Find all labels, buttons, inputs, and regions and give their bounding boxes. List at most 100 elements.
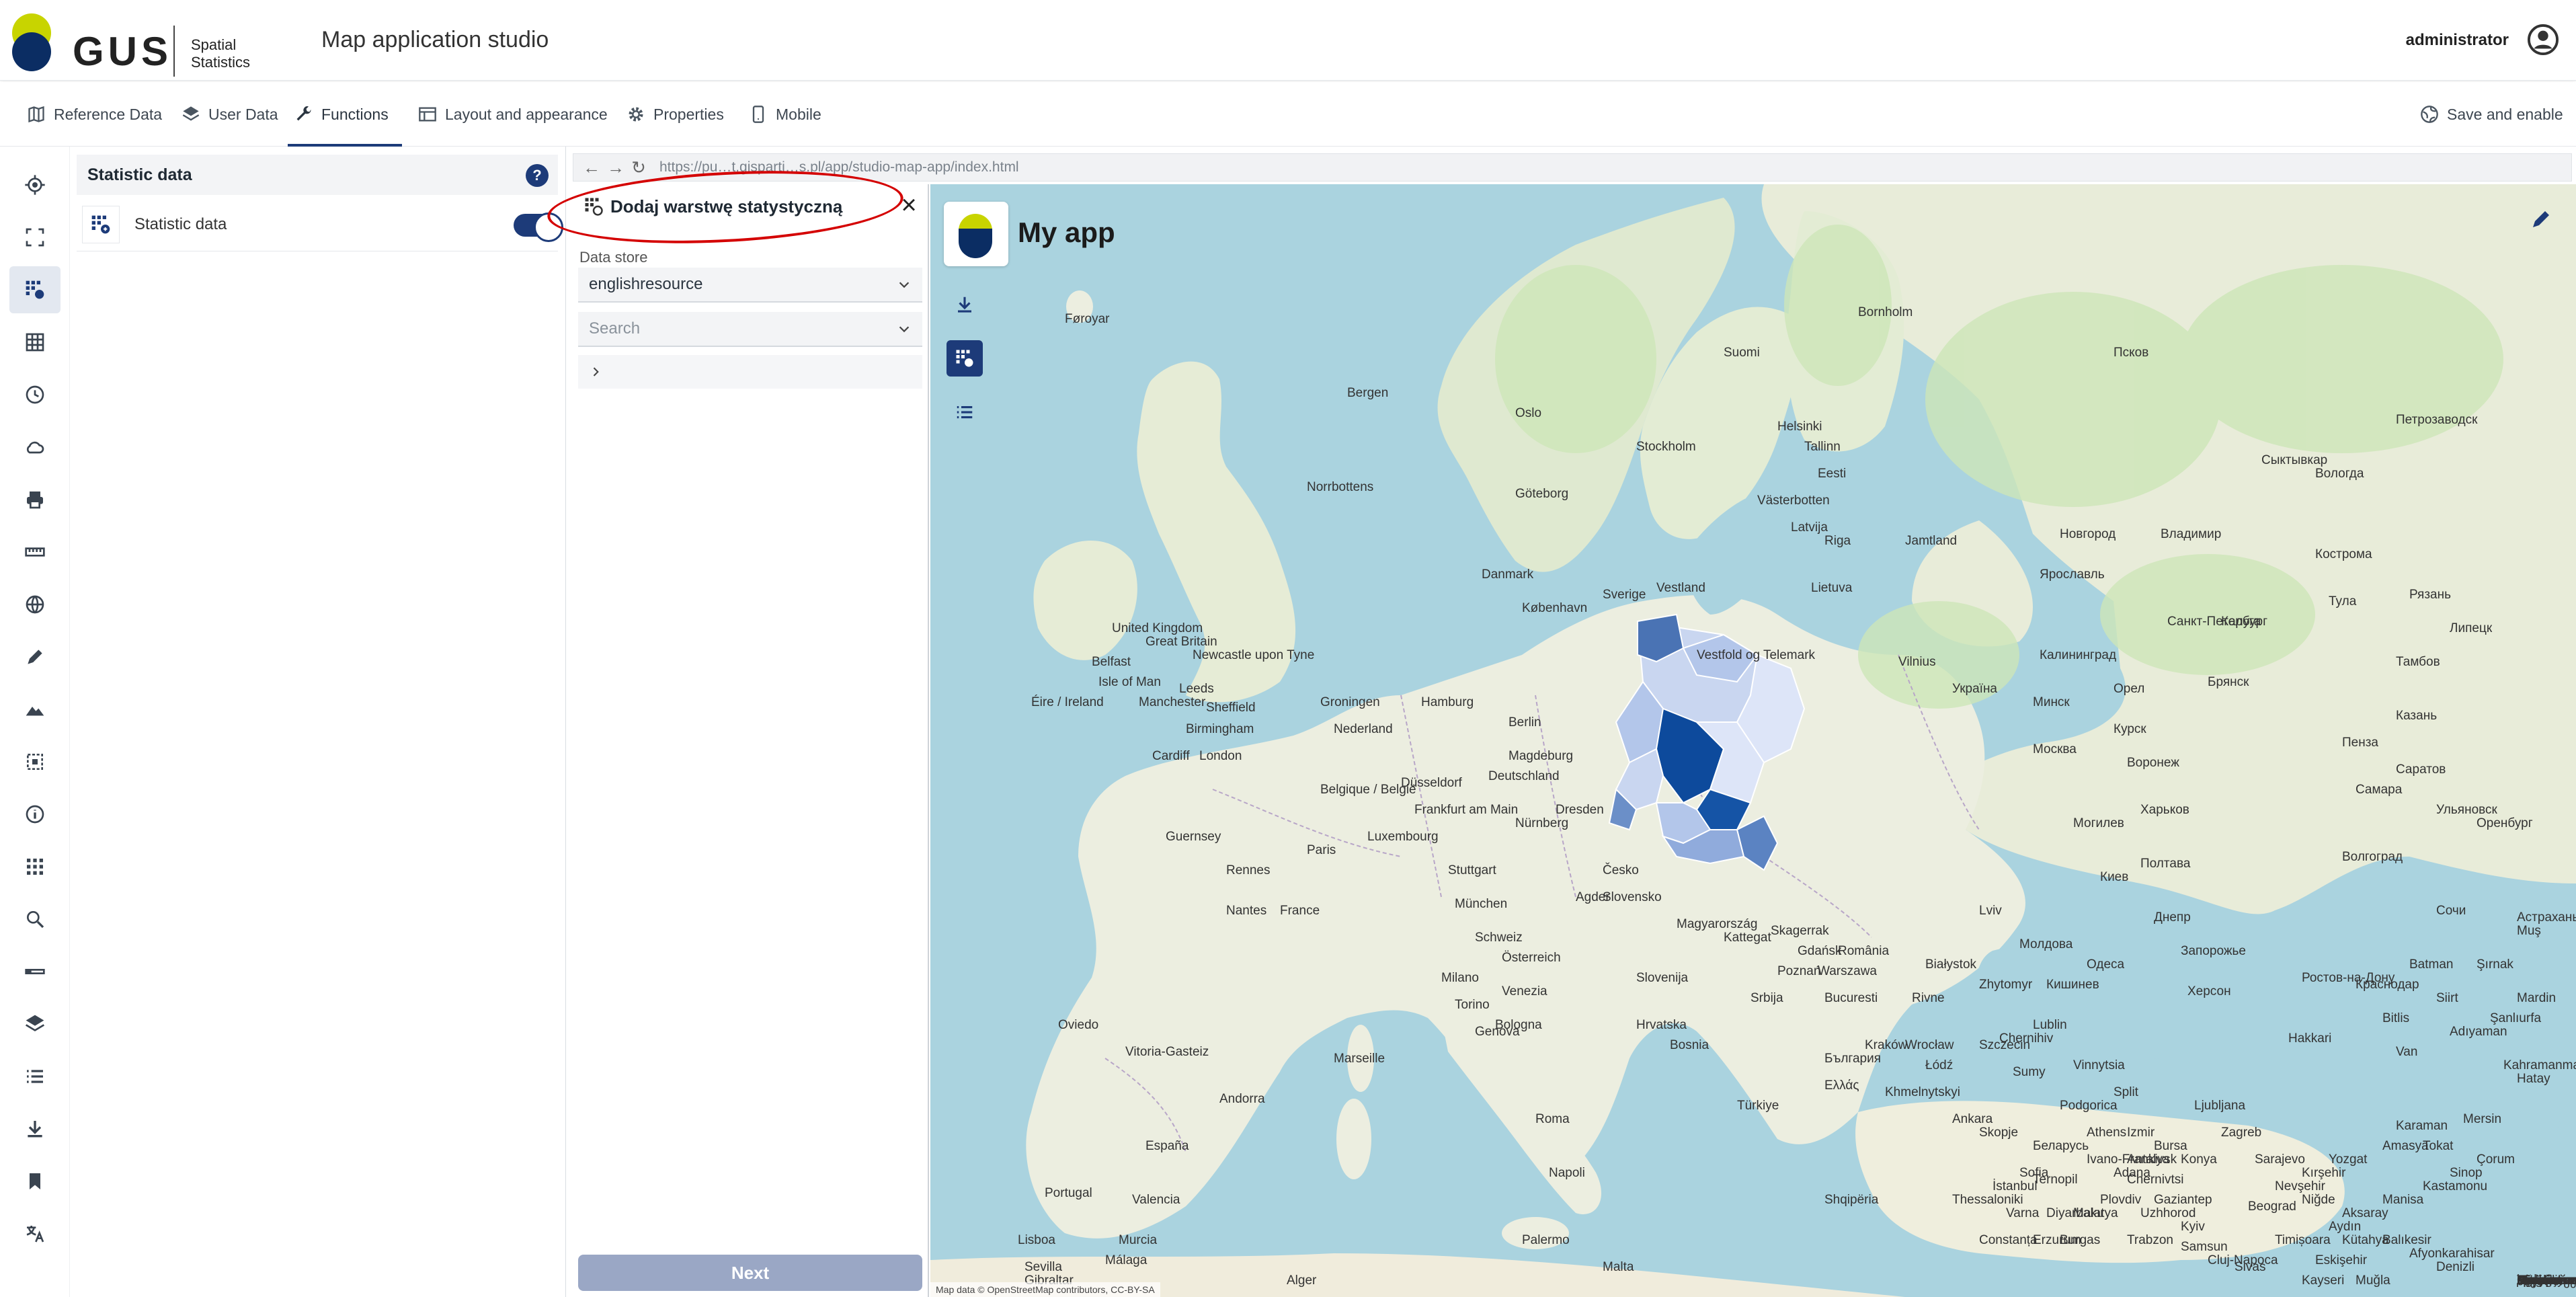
map-place-label: Denizli — [2436, 1260, 2475, 1274]
map-place-label: Bornholm — [1858, 305, 1913, 319]
rail-button-print[interactable] — [9, 476, 61, 523]
map-place-label: Одеса — [2087, 957, 2125, 972]
tab-properties[interactable]: Properties — [620, 82, 731, 147]
map-place-label: Çorum — [2477, 1152, 2515, 1167]
next-button[interactable]: Next — [578, 1255, 922, 1291]
tab-label: Properties — [653, 105, 724, 123]
map-view[interactable]: Føroyar Bergen Oslo Stockholm Helsinki Tallin… — [930, 184, 2576, 1297]
tab-label: Mobile — [776, 105, 821, 123]
map-download-button[interactable] — [947, 286, 983, 323]
tab-functions[interactable]: Functions — [288, 82, 402, 147]
data-store-select[interactable]: englishresource — [578, 268, 922, 303]
map-place-label: Киев — [2100, 870, 2129, 884]
rail-button-table[interactable] — [9, 319, 61, 366]
user-name[interactable]: administrator — [2406, 31, 2509, 50]
search-placeholder: Search — [589, 319, 641, 338]
map-place-label: Great Britain — [1145, 635, 1217, 649]
apps-grid-icon — [27, 859, 43, 875]
map-place-label: Magyarország — [1677, 917, 1758, 931]
map-place-label: Брянск — [2208, 675, 2249, 689]
map-place-label: Минск — [2033, 695, 2070, 709]
user-avatar-icon[interactable] — [2528, 24, 2559, 55]
functions-panel: Statistic data ? Statistic data — [70, 147, 566, 1297]
rail-button-fullscreen[interactable] — [9, 214, 61, 261]
tab-reference-data[interactable]: Reference Data — [20, 82, 169, 147]
rail-button-select-area[interactable] — [9, 738, 61, 785]
gear-icon — [629, 107, 643, 122]
save-label: Save and enable — [2447, 105, 2563, 123]
layers-icon — [25, 1015, 45, 1031]
map-place-label: Karaman — [2396, 1119, 2448, 1133]
map-place-label: Саратов — [2396, 762, 2446, 777]
function-rail — [0, 147, 70, 1297]
close-icon[interactable]: × — [895, 192, 922, 219]
rail-button-pencil[interactable] — [9, 633, 61, 680]
map-place-label: Kattegat — [1724, 931, 1771, 945]
map-place-label: Tallinn — [1804, 440, 1841, 454]
map-place-label: Venezia — [1502, 984, 1547, 998]
map-place-label: Курск — [2114, 722, 2146, 736]
statistic-grid-icon — [82, 205, 120, 243]
rail-button-zoom[interactable] — [9, 896, 61, 943]
rail-button-globe[interactable] — [9, 581, 61, 628]
rail-button-info[interactable] — [9, 791, 61, 838]
scale-bar-icon — [25, 969, 45, 974]
map-place-label: Zhytomyr — [1979, 978, 2033, 992]
rail-button-layers[interactable] — [9, 1000, 61, 1048]
map-place-label: Antalya — [2127, 1152, 2170, 1167]
map-place-label: Malta — [1603, 1260, 1634, 1274]
app-logo — [944, 202, 1008, 266]
map-place-label: Aydın — [2329, 1220, 2362, 1234]
rail-button-download[interactable] — [9, 1105, 61, 1152]
reload-icon[interactable]: ↻ — [631, 157, 646, 178]
rail-button-apps-grid[interactable] — [9, 843, 61, 890]
map-place-label: Bitlis — [2382, 1011, 2410, 1025]
rail-button-statistic-grid[interactable] — [9, 266, 61, 313]
rail-button-bookmark[interactable] — [9, 1158, 61, 1205]
rail-button-scale-bar[interactable] — [9, 948, 61, 995]
rail-button-cloud[interactable] — [9, 424, 61, 471]
edit-pencil-icon[interactable] — [2529, 207, 2553, 231]
function-item-statistic-data[interactable]: Statistic data — [77, 198, 563, 251]
map-place-label: Kahramanmaraş — [2503, 1058, 2576, 1072]
map-place-label: Deutschland — [1488, 769, 1560, 783]
map-legend-button[interactable] — [947, 394, 983, 430]
map-place-label: Luxembourg — [1367, 830, 1439, 844]
tree-expand-row[interactable] — [578, 355, 922, 389]
rail-button-ruler[interactable] — [9, 528, 61, 576]
rail-button-translate[interactable] — [9, 1210, 61, 1257]
map-icon — [28, 106, 44, 123]
map-app-title: My app — [1018, 217, 1115, 248]
help-icon[interactable]: ? — [526, 164, 549, 187]
map-place-label: Schweiz — [1475, 931, 1523, 945]
search-select[interactable]: Search — [578, 312, 922, 347]
chevron-down-icon — [899, 282, 910, 288]
forward-icon[interactable]: → — [607, 157, 625, 178]
save-and-enable-button[interactable]: Save and enable — [2413, 82, 2570, 147]
map-place-label: Frankfurt am Main — [1414, 803, 1519, 817]
map-place-label: Göteborg — [1515, 487, 1569, 501]
map-place-label: Дагестан — [2517, 1273, 2571, 1288]
map-place-label: Kyiv — [2181, 1220, 2205, 1234]
tab-layout-appearance[interactable]: Layout and appearance — [411, 82, 614, 147]
map-place-label: Lublin — [2033, 1018, 2067, 1032]
rail-button-terrain[interactable] — [9, 686, 61, 733]
map-place-label: Napoli — [1549, 1166, 1585, 1180]
tab-user-data[interactable]: User Data — [175, 82, 285, 147]
map-place-label: Ankara — [1952, 1112, 1993, 1126]
back-icon[interactable]: ← — [583, 157, 600, 178]
rail-button-list[interactable] — [9, 1053, 61, 1100]
map-place-label: Gaziantep — [2154, 1193, 2212, 1207]
download-icon — [958, 297, 971, 313]
map-place-label: Eesti — [1818, 467, 1847, 481]
map-place-label: Сыктывкар — [2261, 453, 2328, 467]
dialog-title: Dodaj warstwę statystyczną — [610, 196, 843, 217]
map-place-label: Кишинев — [2046, 978, 2099, 992]
rail-button-clock[interactable] — [9, 371, 61, 418]
statistic-data-toggle[interactable] — [514, 212, 563, 242]
tab-mobile[interactable]: Mobile — [742, 82, 828, 147]
rail-button-locate[interactable] — [9, 161, 61, 208]
layers-icon — [182, 106, 200, 121]
map-place-label: Guernsey — [1166, 830, 1221, 844]
map-statistic-button[interactable] — [947, 340, 983, 377]
